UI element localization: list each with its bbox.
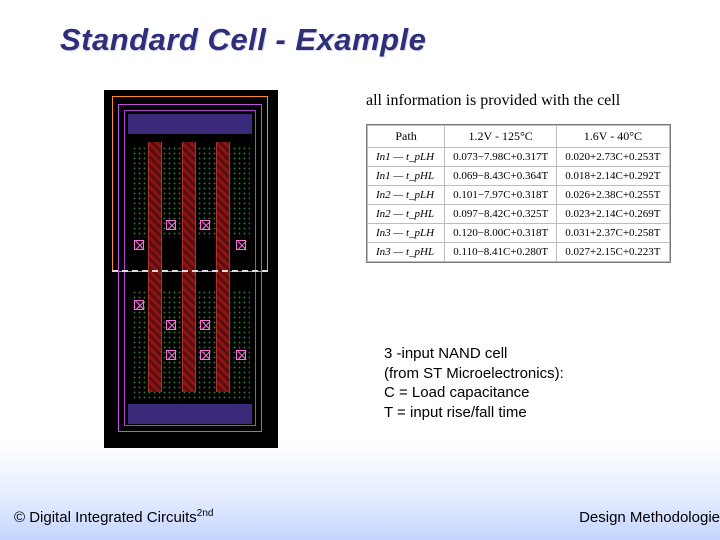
cell-v1: 0.101−7.97C+0.318T (445, 186, 557, 205)
cell-v1: 0.120−8.00C+0.318T (445, 224, 557, 243)
cell-v2: 0.023+2.14C+0.269T (557, 205, 669, 224)
table-header-row: Path 1.2V - 125°C 1.6V - 40°C (368, 126, 670, 148)
desc-line: T = input rise/fall time (384, 403, 564, 423)
poly-gate-3 (216, 142, 230, 392)
cell-path: In3 — t_pHL (368, 243, 445, 262)
poly-gate-1 (148, 142, 162, 392)
cell-v2: 0.020+2.73C+0.253T (557, 148, 669, 167)
edition-sup: 2nd (197, 508, 214, 519)
table-row: In1 — t_pHL 0.069−8.43C+0.364T 0.018+2.1… (368, 167, 670, 186)
well-boundary (112, 270, 268, 272)
cell-v1: 0.097−8.42C+0.325T (445, 205, 557, 224)
cell-v2: 0.018+2.14C+0.292T (557, 167, 669, 186)
cell-v1: 0.110−8.41C+0.280T (445, 243, 557, 262)
cell-path: In3 — t_pLH (368, 224, 445, 243)
footer-right: Design Methodologie (579, 509, 720, 526)
poly-gate-2 (182, 142, 196, 392)
cell-v2: 0.031+2.37C+0.258T (557, 224, 669, 243)
col-path: Path (368, 126, 445, 148)
contact-icon (166, 320, 176, 330)
cell-path: In2 — t_pHL (368, 205, 445, 224)
contact-icon (236, 350, 246, 360)
desc-line: (from ST Microelectronics): (384, 364, 564, 384)
table-row: In2 — t_pLH 0.101−7.97C+0.318T 0.026+2.3… (368, 186, 670, 205)
timing-table: Path 1.2V - 125°C 1.6V - 40°C In1 — t_pL… (366, 124, 671, 263)
figure-caption: all information is provided with the cel… (366, 92, 620, 110)
contact-icon (200, 320, 210, 330)
table-row: In3 — t_pHL 0.110−8.41C+0.280T 0.027+2.1… (368, 243, 670, 262)
contact-icon (134, 300, 144, 310)
table-row: In2 — t_pHL 0.097−8.42C+0.325T 0.023+2.1… (368, 205, 670, 224)
cell-v1: 0.073−7.98C+0.317T (445, 148, 557, 167)
cell-v2: 0.026+2.38C+0.255T (557, 186, 669, 205)
contact-icon (200, 350, 210, 360)
cell-path: In2 — t_pLH (368, 186, 445, 205)
contact-icon (166, 220, 176, 230)
contact-icon (236, 240, 246, 250)
cell-layout-figure (104, 90, 278, 448)
contact-icon (200, 220, 210, 230)
description-block: 3 -input NAND cell (from ST Microelectro… (384, 344, 564, 422)
copyright-text: © Digital Integrated Circuits (14, 509, 197, 526)
vdd-rail (128, 114, 252, 134)
cell-path: In1 — t_pLH (368, 148, 445, 167)
col-cond2: 1.6V - 40°C (557, 126, 669, 148)
desc-line: 3 -input NAND cell (384, 344, 564, 364)
contact-icon (166, 350, 176, 360)
table-row: In3 — t_pLH 0.120−8.00C+0.318T 0.031+2.3… (368, 224, 670, 243)
footer-left: © Digital Integrated Circuits2nd (14, 508, 213, 526)
cell-path: In1 — t_pHL (368, 167, 445, 186)
gnd-rail (128, 404, 252, 424)
contact-icon (134, 240, 144, 250)
cell-v1: 0.069−8.43C+0.364T (445, 167, 557, 186)
cell-v2: 0.027+2.15C+0.223T (557, 243, 669, 262)
desc-line: C = Load capacitance (384, 383, 564, 403)
page-title: Standard Cell - Example (60, 22, 426, 58)
slide: Standard Cell - Example all information … (0, 0, 720, 540)
table-row: In1 — t_pLH 0.073−7.98C+0.317T 0.020+2.7… (368, 148, 670, 167)
col-cond1: 1.2V - 125°C (445, 126, 557, 148)
